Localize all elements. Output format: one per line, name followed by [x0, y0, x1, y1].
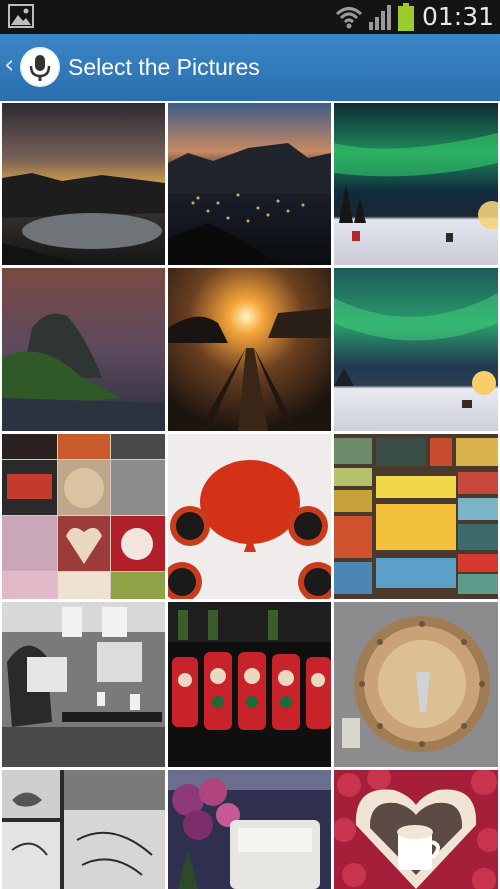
clock: 01:31: [422, 2, 495, 31]
signal-icon: [369, 5, 391, 30]
battery-icon: [398, 3, 414, 31]
picture-grid: [0, 101, 500, 889]
picture-lagoon-sunset[interactable]: [2, 103, 165, 265]
status-bar: 01:31: [0, 0, 500, 34]
gallery-icon: [8, 4, 34, 28]
page-title: Select the Pictures: [68, 54, 260, 80]
microphone-app-icon[interactable]: [20, 47, 60, 87]
back-chevron-icon[interactable]: ‹: [4, 48, 14, 82]
picture-heart-frame-cocoa[interactable]: [334, 770, 498, 889]
wifi-icon: [335, 7, 363, 29]
picture-coffee-collage[interactable]: [2, 434, 165, 599]
app-bar: ‹ Select the Pictures: [0, 34, 500, 103]
picture-flowers-and-mug[interactable]: [168, 770, 331, 889]
picture-sugarloaf-mountain-dusk[interactable]: [2, 268, 165, 431]
picture-newspaper-readers-cafe[interactable]: [2, 602, 165, 767]
picture-aurora-bonfire[interactable]: [334, 268, 498, 431]
picture-red-teapot-cups[interactable]: [168, 434, 331, 599]
picture-starbucks-matryoshka-tins[interactable]: [168, 602, 331, 767]
picture-pier-sunset[interactable]: [168, 268, 331, 431]
picture-city-night-from-mountain[interactable]: [168, 103, 331, 265]
picture-wooden-clock[interactable]: [334, 602, 498, 767]
picture-sketchbook-drawings[interactable]: [2, 770, 165, 889]
picture-vintage-suitcases[interactable]: [334, 434, 498, 599]
picture-aurora-camp[interactable]: [334, 103, 498, 265]
